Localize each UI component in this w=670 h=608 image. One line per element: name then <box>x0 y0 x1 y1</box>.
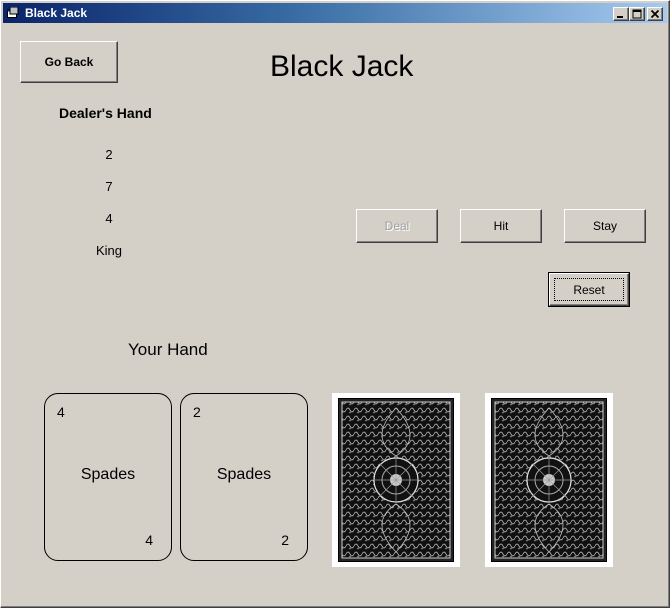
card-rank-top: 4 <box>57 404 65 420</box>
your-hand-title: Your Hand <box>128 340 208 359</box>
maximize-icon <box>632 9 642 19</box>
card-rank-top: 2 <box>193 404 201 420</box>
deal-button[interactable]: Deal <box>356 209 438 243</box>
reset-button[interactable]: Reset <box>548 272 630 307</box>
card-back-pattern-icon <box>491 398 607 562</box>
maximize-button[interactable] <box>629 7 645 21</box>
dealer-card-3: 4 <box>105 211 113 226</box>
page-title: Black Jack <box>270 50 414 83</box>
minimize-icon <box>617 16 623 18</box>
card-suit: Spades <box>80 466 136 483</box>
card-rank-bottom: 2 <box>281 532 289 548</box>
app-icon <box>7 6 19 19</box>
go-back-button[interactable]: Go Back <box>20 41 118 83</box>
card-back-pattern-icon <box>338 398 454 562</box>
dealer-card-2: 7 <box>105 179 113 194</box>
close-button[interactable] <box>647 7 663 21</box>
player-card-1[interactable]: 4 Spades 4 <box>44 393 172 561</box>
close-icon <box>650 9 660 19</box>
dealer-card-4: King <box>95 243 123 258</box>
hit-button[interactable]: Hit <box>460 209 542 243</box>
window-title: Black Jack <box>25 6 88 20</box>
dealer-hand-title: Dealer's Hand <box>59 105 152 121</box>
face-down-card-2[interactable] <box>485 393 613 567</box>
card-rank-bottom: 4 <box>145 532 153 548</box>
face-down-card-1[interactable] <box>332 393 460 567</box>
dealer-card-1: 2 <box>105 147 113 162</box>
card-suit: Spades <box>216 466 272 483</box>
minimize-button[interactable] <box>613 7 629 21</box>
player-card-2[interactable]: 2 Spades 2 <box>180 393 308 561</box>
title-bar[interactable]: Black Jack <box>3 3 667 23</box>
stay-button[interactable]: Stay <box>564 209 646 243</box>
focus-rectangle <box>554 278 624 301</box>
blackjack-window: Black Jack Go Back Black Jack Dealer's H… <box>0 0 670 608</box>
